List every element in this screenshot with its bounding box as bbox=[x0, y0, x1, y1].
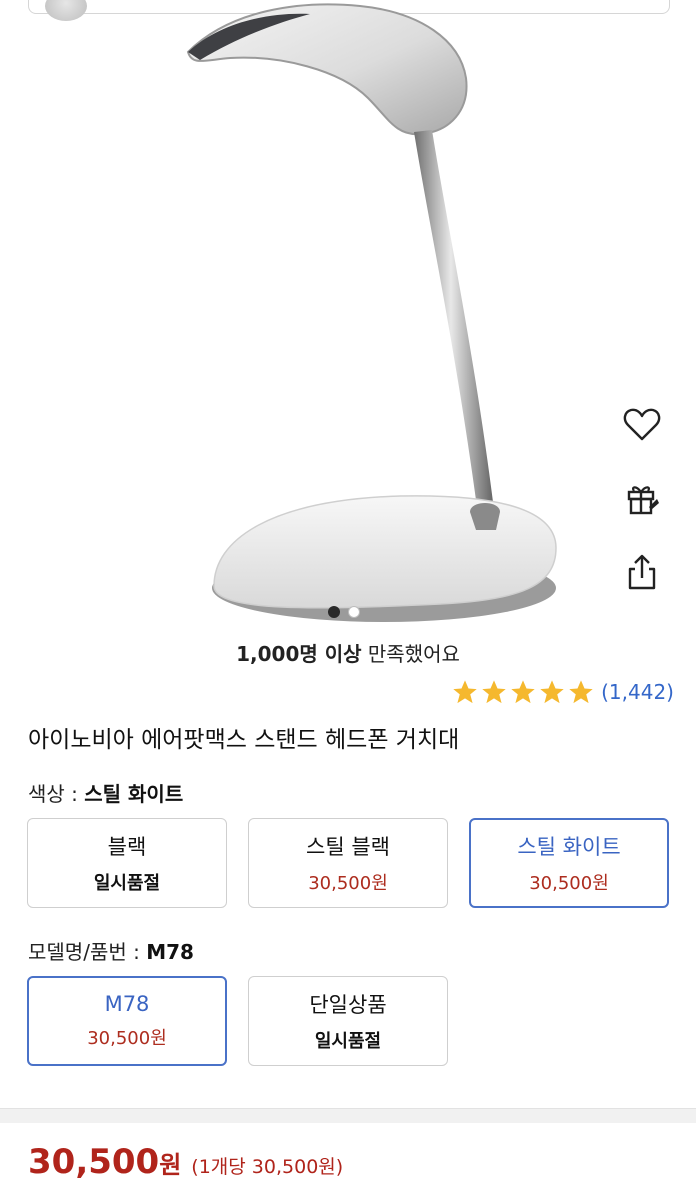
star-icon bbox=[482, 680, 506, 704]
model-selected-value: M78 bbox=[146, 940, 194, 964]
star-icon bbox=[569, 680, 593, 704]
model-label-text: 모델명/품번 : bbox=[28, 940, 140, 964]
color-option-steel-white[interactable]: 스틸 화이트 30,500원 bbox=[469, 818, 669, 908]
price-unit: 원 bbox=[159, 1151, 182, 1179]
share-icon bbox=[628, 554, 656, 590]
color-option-steel-black[interactable]: 스틸 블랙 30,500원 bbox=[248, 818, 448, 908]
option-price: 30,500원 bbox=[529, 873, 609, 894]
wishlist-button[interactable] bbox=[618, 400, 666, 448]
option-name: 스틸 블랙 bbox=[306, 835, 390, 859]
carousel-indicator bbox=[328, 606, 360, 618]
color-option-black[interactable]: 블랙 일시품절 bbox=[27, 818, 227, 908]
share-button[interactable] bbox=[618, 548, 666, 596]
option-soldout: 일시품절 bbox=[93, 873, 161, 894]
product-title: 아이노비아 에어팟맥스 스탠드 헤드폰 거치대 bbox=[28, 727, 460, 753]
option-price: 30,500원 bbox=[308, 873, 388, 894]
color-label-text: 색상 : bbox=[28, 782, 78, 806]
star-rating bbox=[451, 678, 595, 706]
price-per-unit: (1개당 30,500원) bbox=[191, 1156, 344, 1178]
star-icon bbox=[511, 680, 535, 704]
star-icon bbox=[453, 680, 477, 704]
section-divider bbox=[0, 1108, 696, 1123]
model-option-m78[interactable]: M78 30,500원 bbox=[27, 976, 227, 1066]
option-price: 30,500원 bbox=[87, 1028, 167, 1049]
satisfaction-count: 1,000명 이상 bbox=[236, 642, 362, 666]
satisfaction-banner: 1,000명 이상 만족했어요 bbox=[0, 638, 696, 667]
carousel-dot-active[interactable] bbox=[328, 606, 340, 618]
color-option-label: 색상 : 스틸 화이트 bbox=[28, 778, 183, 807]
gift-button[interactable] bbox=[618, 474, 666, 522]
side-actions bbox=[618, 400, 666, 622]
star-icon bbox=[540, 680, 564, 704]
option-name: 단일상품 bbox=[309, 993, 387, 1017]
price-amount: 30,500 bbox=[28, 1142, 160, 1182]
product-image[interactable] bbox=[0, 0, 696, 640]
option-soldout: 일시품절 bbox=[314, 1031, 382, 1052]
model-option-label: 모델명/품번 : M78 bbox=[28, 936, 194, 965]
option-name: 블랙 bbox=[107, 835, 147, 859]
model-option-single[interactable]: 단일상품 일시품절 bbox=[248, 976, 448, 1066]
final-price: 30,500 원 (1개당 30,500원) bbox=[28, 1142, 343, 1182]
review-count-link[interactable]: (1,442) bbox=[601, 680, 674, 704]
rating[interactable]: (1,442) bbox=[451, 678, 674, 706]
option-name: 스틸 화이트 bbox=[517, 835, 621, 859]
option-name: M78 bbox=[104, 992, 150, 1016]
carousel-dot[interactable] bbox=[348, 606, 360, 618]
satisfaction-text: 만족했어요 bbox=[367, 642, 460, 666]
color-selected-value: 스틸 화이트 bbox=[84, 782, 184, 806]
heart-icon bbox=[623, 408, 661, 441]
gift-icon bbox=[627, 486, 659, 515]
